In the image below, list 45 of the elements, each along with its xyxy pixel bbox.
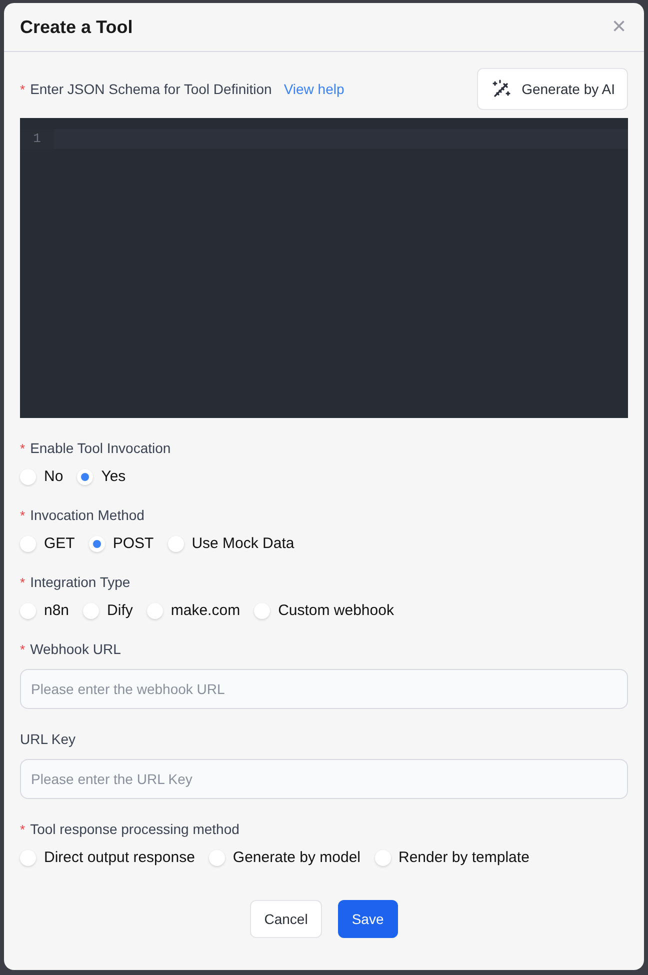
required-mark: *: [20, 440, 26, 456]
radio-button[interactable]: [20, 468, 36, 484]
required-mark: *: [20, 82, 26, 96]
magic-wand-icon: [492, 79, 512, 99]
radio-button[interactable]: [77, 468, 94, 484]
radio-button[interactable]: [208, 850, 225, 866]
required-mark: *: [20, 574, 26, 590]
generate-button[interactable]: Generate by AI: [476, 68, 628, 110]
field-label: Enter JSON Schema for Tool Definition: [30, 81, 272, 97]
option-label[interactable]: Generate by model: [232, 849, 360, 866]
line-number: 1: [20, 129, 54, 149]
radio-button[interactable]: [20, 536, 36, 552]
option-label[interactable]: GET: [44, 535, 75, 552]
radio-button[interactable]: [146, 602, 163, 618]
field-label: Tool response processing method: [30, 821, 240, 837]
option-label[interactable]: Render by template: [398, 849, 530, 866]
option-label[interactable]: make.com: [170, 602, 240, 619]
option-label[interactable]: n8n: [44, 602, 70, 619]
radio-button[interactable]: [83, 602, 100, 618]
cancel-button[interactable]: Cancel: [250, 900, 322, 938]
option-label[interactable]: Custom webhook: [278, 602, 394, 619]
option-label[interactable]: POST: [112, 535, 154, 552]
required-mark: *: [20, 822, 26, 836]
field-label: Enable Tool Invocation: [30, 440, 171, 456]
field-label: URL Key: [20, 731, 76, 747]
radio-button[interactable]: [20, 850, 36, 866]
field-label: Invocation Method: [30, 507, 144, 523]
required-mark: *: [20, 642, 26, 656]
radio-button[interactable]: [254, 602, 270, 618]
option-label[interactable]: Yes: [101, 468, 126, 485]
option-label[interactable]: Use Mock Data: [192, 535, 294, 552]
radio-button[interactable]: [88, 536, 105, 552]
field-label: Webhook URL: [30, 641, 121, 657]
option-label[interactable]: Direct output response: [44, 849, 195, 866]
radio-button[interactable]: [374, 850, 390, 866]
radio-button[interactable]: [20, 602, 36, 618]
save-button[interactable]: Save: [338, 900, 398, 938]
radio-button[interactable]: [168, 536, 184, 552]
option-label[interactable]: No: [44, 468, 64, 485]
dialog-title: Create a Tool: [20, 16, 133, 38]
input-field[interactable]: Please enter the URL Key: [20, 759, 628, 799]
field-label: Integration Type: [30, 574, 130, 590]
option-label[interactable]: Dify: [107, 602, 133, 619]
input-field[interactable]: Please enter the webhook URL: [20, 669, 628, 709]
required-mark: *: [20, 508, 26, 522]
